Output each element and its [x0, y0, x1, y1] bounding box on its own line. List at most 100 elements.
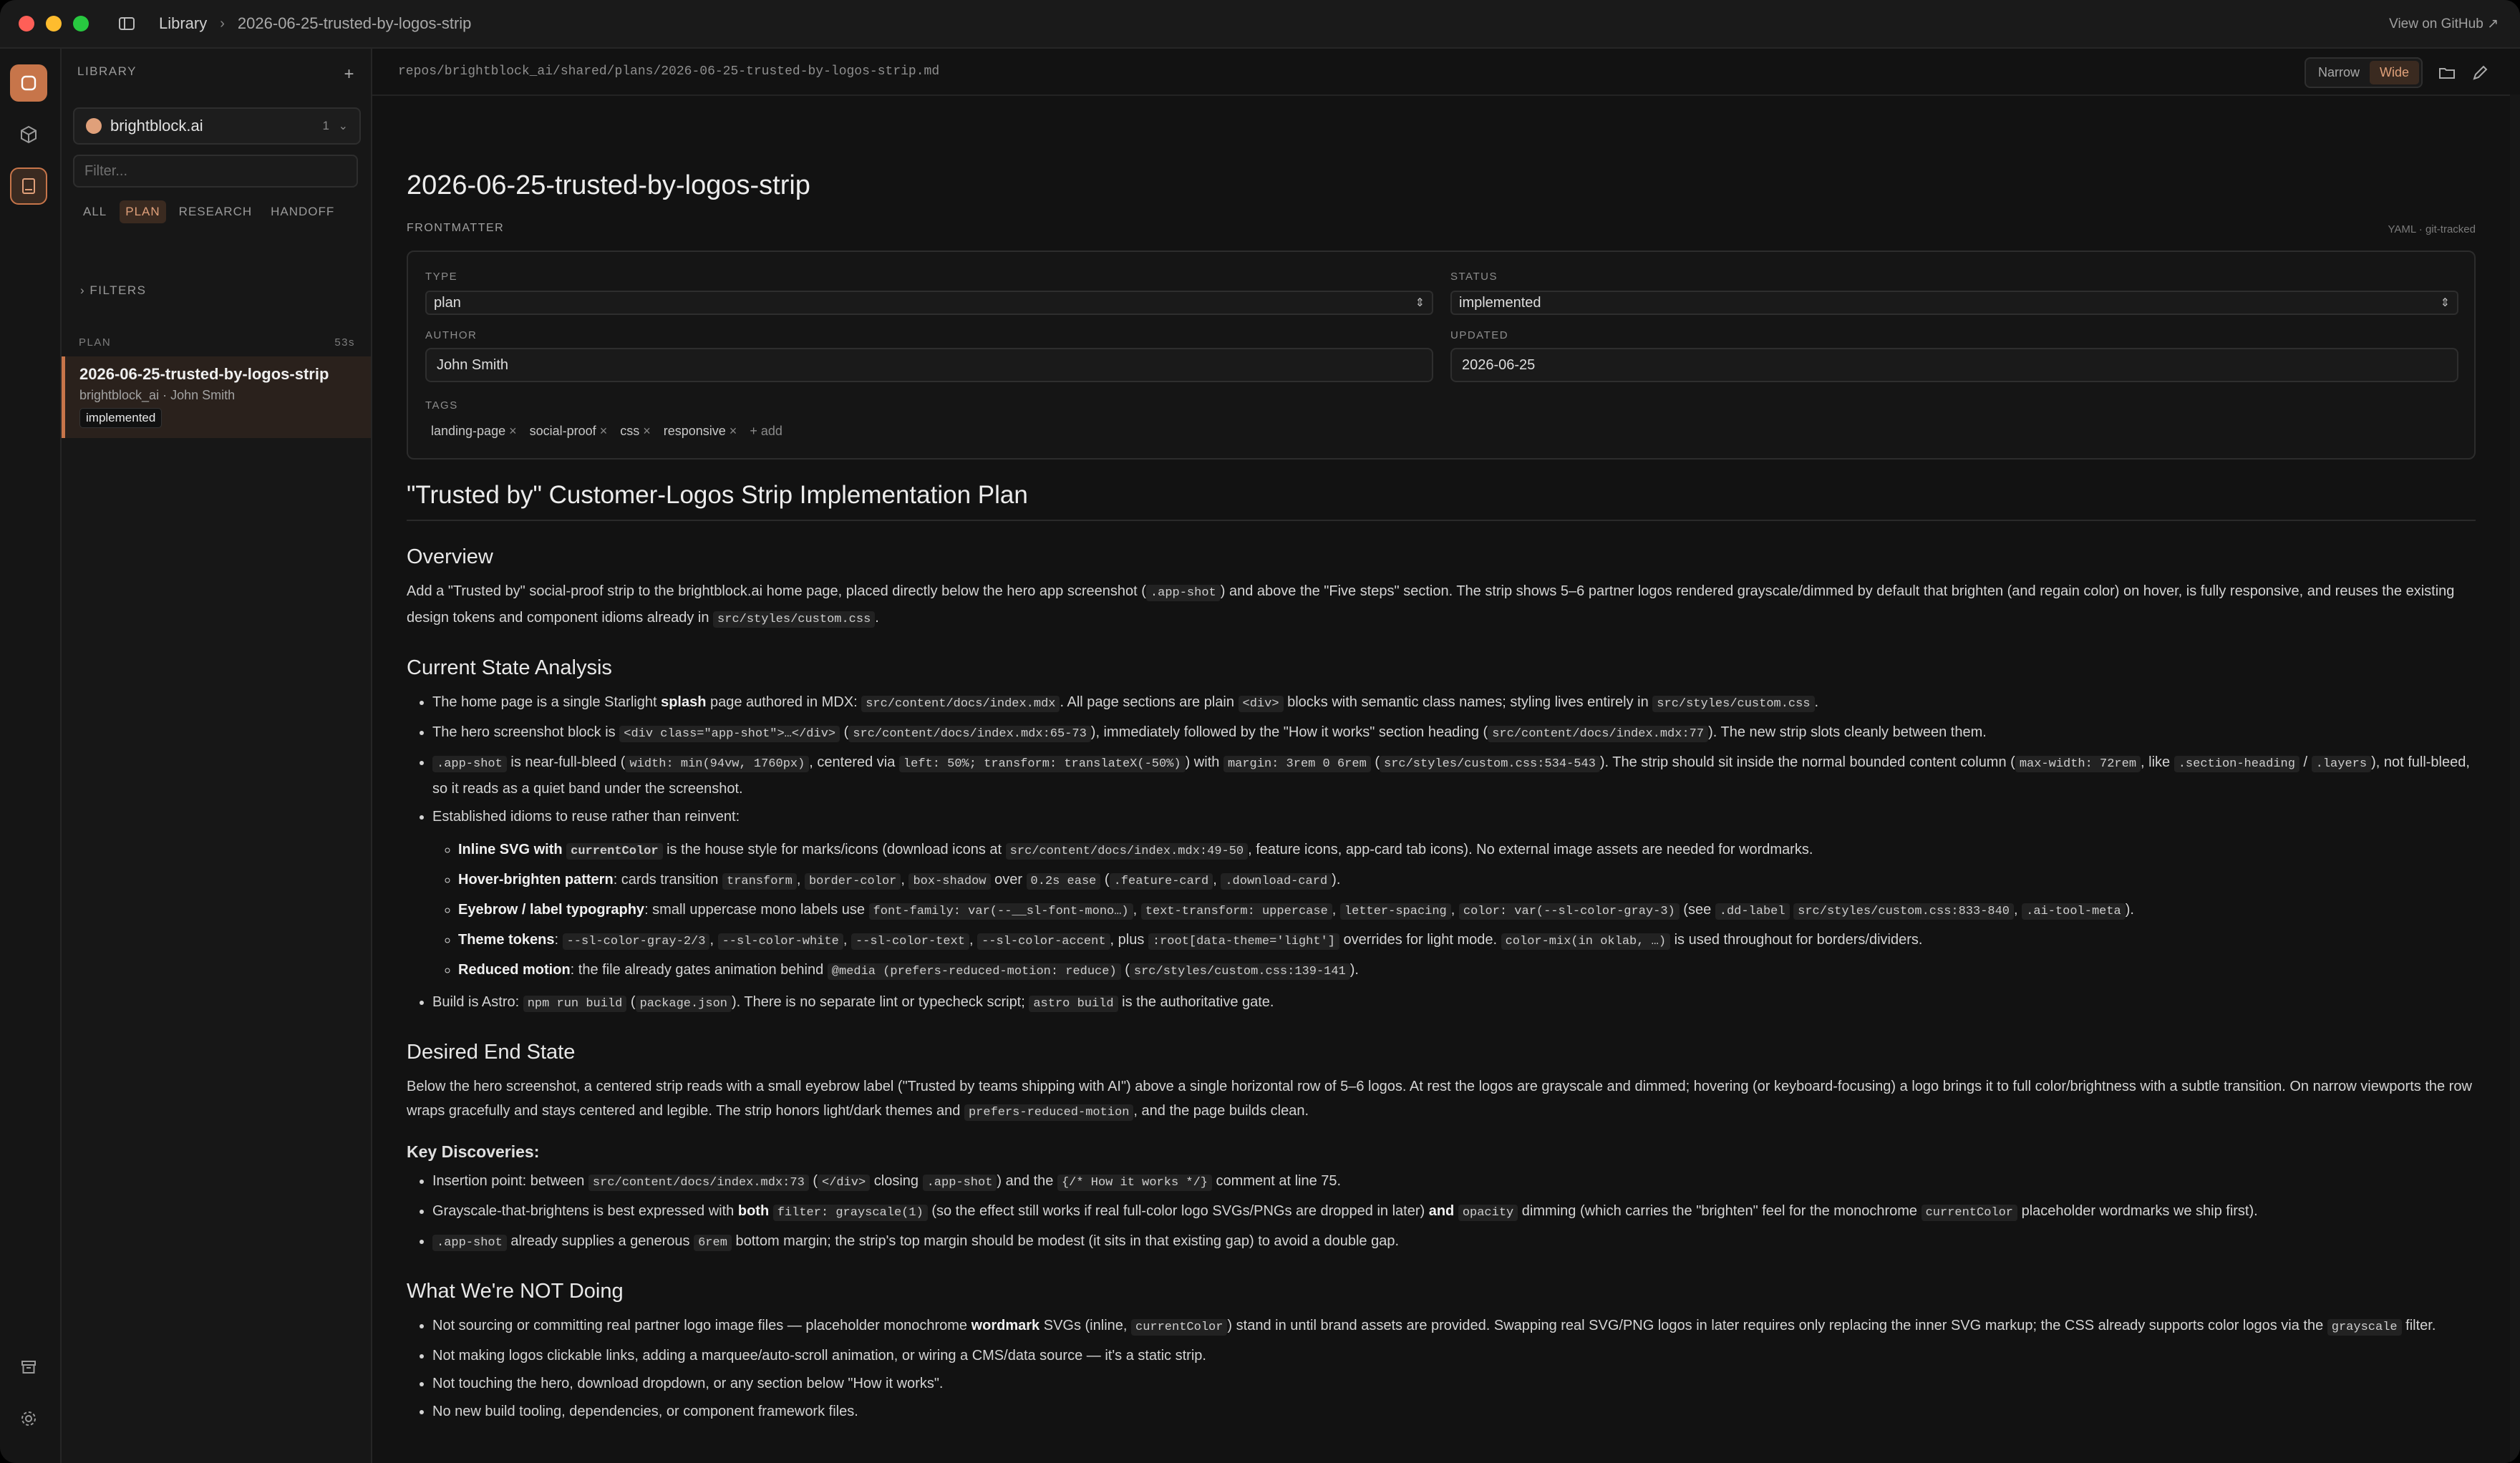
bullet-list: Not sourcing or committing real partner … — [407, 1313, 2476, 1424]
list-item: .app-shot already supplies a generous 6r… — [432, 1229, 2476, 1255]
workspace-selector[interactable]: brightblock.ai 1 ⌄ — [73, 107, 361, 145]
status-label: STATUS — [1450, 271, 1498, 283]
breadcrumb-current: 2026-06-25-trusted-by-logos-strip — [237, 14, 472, 32]
list-item: Theme tokens: --sl-color-gray-2/3, --sl-… — [458, 928, 2476, 954]
document-pane: repos/brightblock_ai/shared/plans/2026-0… — [372, 49, 2520, 1463]
icon-rail — [0, 49, 62, 1463]
section-heading: What We're NOT Doing — [407, 1280, 624, 1303]
select-arrows-icon: ⇕ — [2440, 297, 2450, 309]
tags-list: landing-page × social-proof × css × resp… — [431, 424, 782, 439]
section-heading: Current State Analysis — [407, 656, 612, 679]
library-sidebar: LIBRARY + brightblock.ai 1 ⌄ ALL PLAN RE… — [62, 49, 372, 1463]
list-item: No new build tooling, dependencies, or c… — [432, 1399, 2476, 1424]
author-value: John Smith — [437, 356, 509, 373]
width-toggle: Narrow Wide — [2304, 57, 2423, 88]
subsection-heading: Key Discoveries: — [407, 1142, 540, 1161]
section-label: PLAN — [79, 336, 112, 349]
chip-research[interactable]: RESEARCH — [173, 200, 258, 223]
list-item: Insertion point: between src/content/doc… — [432, 1169, 2476, 1195]
status-badge: implemented — [79, 408, 163, 428]
type-label: TYPE — [425, 271, 458, 283]
chip-all[interactable]: ALL — [77, 200, 112, 223]
item-meta: brightblock_ai · John Smith — [79, 388, 236, 402]
updated-field[interactable]: 2026-06-25 — [1450, 348, 2458, 382]
select-arrows-icon: ⇕ — [1415, 297, 1425, 309]
path-bar: repos/brightblock_ai/shared/plans/2026-0… — [372, 49, 2520, 96]
frontmatter-panel: TYPE plan ⇕ STATUS implemented ⇕ AUTHOR … — [407, 251, 2476, 460]
section-header: PLAN 53s — [79, 336, 355, 349]
scrollbar[interactable] — [2510, 94, 2520, 1463]
item-title: 2026-06-25-trusted-by-logos-strip — [79, 365, 329, 383]
breadcrumb-library[interactable]: Library — [159, 14, 207, 33]
type-select[interactable]: plan ⇕ — [425, 291, 1433, 315]
title-bar: Library › 2026-06-25-trusted-by-logos-st… — [0, 0, 2520, 49]
folder-icon[interactable] — [2437, 63, 2457, 83]
paragraph: Add a "Trusted by" social-proof strip to… — [407, 583, 2455, 628]
status-select[interactable]: implemented ⇕ — [1450, 291, 2458, 315]
author-field[interactable]: John Smith — [425, 348, 1433, 382]
type-filter-chips: ALL PLAN RESEARCH HANDOFF — [77, 200, 340, 223]
list-item: .app-shot is near-full-bleed (width: min… — [432, 750, 2476, 801]
markdown-body: "Trusted by" Customer-Logos Strip Implem… — [407, 481, 2476, 1427]
status-value: implemented — [1459, 294, 1541, 311]
section-heading: Desired End State — [407, 1041, 576, 1064]
list-item: Not touching the hero, download dropdown… — [432, 1371, 2476, 1396]
list-item: Not making logos clickable links, adding… — [432, 1343, 2476, 1368]
breadcrumb: Library › 2026-06-25-trusted-by-logos-st… — [159, 14, 471, 33]
gear-icon[interactable] — [10, 1400, 47, 1437]
chip-plan[interactable]: PLAN — [120, 200, 166, 223]
workspace-count: 1 — [322, 119, 329, 132]
bullet-list: Insertion point: between src/content/doc… — [407, 1169, 2476, 1255]
section-heading: Overview — [407, 545, 493, 568]
chip-handoff[interactable]: HANDOFF — [265, 200, 340, 223]
bullet-list: The home page is a single Starlight spla… — [407, 690, 2476, 1016]
sidebar-toggle-icon[interactable] — [117, 14, 136, 33]
home-icon[interactable] — [10, 64, 47, 102]
author-label: AUTHOR — [425, 329, 478, 341]
section-age: 53s — [334, 336, 355, 349]
list-item: Eyebrow / label typography: small upperc… — [458, 898, 2476, 924]
tag[interactable]: responsive × — [664, 424, 737, 439]
close-window-button[interactable] — [19, 16, 34, 31]
paragraph: Below the hero screenshot, a centered st… — [407, 1079, 2472, 1121]
remove-tag-icon[interactable]: × — [730, 424, 737, 438]
doc-heading: "Trusted by" Customer-Logos Strip Implem… — [407, 481, 2476, 521]
add-tag-button[interactable]: + add — [750, 424, 782, 439]
filter-input[interactable] — [73, 155, 358, 188]
list-item: Grayscale-that-brightens is best express… — [432, 1199, 2476, 1225]
minimize-window-button[interactable] — [46, 16, 62, 31]
file-path: repos/brightblock_ai/shared/plans/2026-0… — [398, 64, 940, 79]
zoom-window-button[interactable] — [73, 16, 89, 31]
updated-label: UPDATED — [1450, 329, 1509, 341]
tag[interactable]: landing-page × — [431, 424, 517, 439]
frontmatter-label: FRONTMATTER — [407, 222, 505, 234]
list-item: Established idioms to reuse rather than … — [432, 805, 2476, 984]
workspace-logo-icon — [86, 118, 102, 134]
frontmatter-meta: YAML · git-tracked — [2388, 223, 2476, 235]
archive-icon[interactable] — [10, 1348, 47, 1386]
remove-tag-icon[interactable]: × — [600, 424, 608, 438]
view-on-github-link[interactable]: View on GitHub ↗ — [2389, 16, 2499, 32]
book-icon[interactable] — [10, 167, 47, 205]
list-item: Hover-brighten pattern: cards transition… — [458, 867, 2476, 894]
list-item[interactable]: 2026-06-25-trusted-by-logos-strip bright… — [62, 356, 371, 438]
remove-tag-icon[interactable]: × — [509, 424, 517, 438]
edit-icon[interactable] — [2470, 63, 2490, 83]
tag[interactable]: social-proof × — [530, 424, 608, 439]
list-item: The hero screenshot block is <div class=… — [432, 720, 2476, 747]
tags-label: TAGS — [425, 399, 458, 412]
cube-icon[interactable] — [10, 116, 47, 153]
chevron-right-icon: › — [220, 15, 225, 31]
tag[interactable]: css × — [620, 424, 651, 439]
remove-tag-icon[interactable]: × — [643, 424, 651, 438]
filters-toggle[interactable]: › FILTERS — [80, 283, 147, 298]
add-icon[interactable]: + — [344, 64, 355, 84]
updated-value: 2026-06-25 — [1462, 356, 1536, 373]
list-item: The home page is a single Starlight spla… — [432, 690, 2476, 716]
list-item: Reduced motion: the file already gates a… — [458, 958, 2476, 984]
narrow-button[interactable]: Narrow — [2308, 61, 2370, 84]
wide-button[interactable]: Wide — [2369, 61, 2419, 84]
library-heading: LIBRARY — [77, 64, 137, 78]
page-title: 2026-06-25-trusted-by-logos-strip — [407, 170, 810, 200]
list-item: Inline SVG with currentColor is the hous… — [458, 837, 2476, 864]
